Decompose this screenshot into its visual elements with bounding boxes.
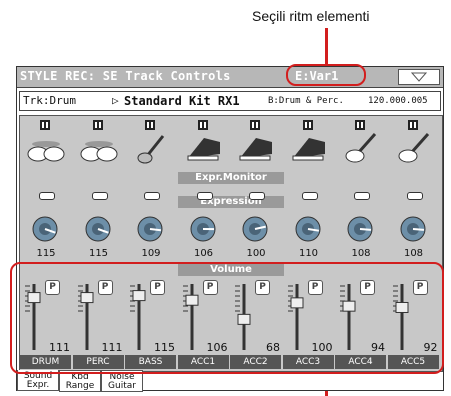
expression-value: 108 [403, 248, 424, 259]
expression-knob[interactable] [135, 214, 165, 244]
expression-value: 109 [141, 248, 161, 259]
expression-value: 115 [88, 248, 109, 259]
annotation-line-top [325, 28, 328, 68]
expr-monitor-indicator [196, 192, 213, 200]
piano-icon[interactable] [184, 118, 224, 166]
page-title: STYLE REC: SE Track Controls [20, 69, 231, 83]
expression-knob[interactable] [188, 214, 218, 244]
expression-value: 100 [246, 248, 266, 259]
expression-knob[interactable] [83, 214, 113, 244]
expr-monitor-indicator [406, 192, 423, 200]
expr-monitor-indicator [39, 192, 55, 200]
page-menu-button[interactable] [398, 69, 440, 85]
drum-kit-icon[interactable] [26, 118, 66, 166]
acoustic-guitar-icon[interactable] [341, 118, 381, 166]
title-bar: STYLE REC: SE Track Controls E:Var1 [17, 67, 443, 88]
expr-monitor-indicator [301, 192, 318, 200]
piano-icon[interactable] [236, 118, 276, 166]
piano-icon[interactable] [289, 118, 329, 166]
expr-monitor-indicator [91, 192, 108, 200]
expression-knob[interactable] [240, 214, 270, 244]
expr-monitor-indicator [354, 192, 370, 200]
annotation-text: Seçili ritm elementi [252, 8, 370, 24]
expr-monitor-indicator [144, 192, 160, 200]
kit-name: Standard Kit RX1 [124, 94, 240, 108]
track-info-bar[interactable]: Trk:Drum ▷ Standard Kit RX1 B:Drum & Per… [19, 91, 441, 111]
expression-knob[interactable] [30, 214, 60, 244]
bass-guitar-icon[interactable] [131, 118, 171, 166]
expression-knob[interactable] [345, 214, 375, 244]
volume-highlight [10, 262, 444, 374]
expression-knob[interactable] [293, 214, 323, 244]
drum-kit-icon[interactable] [79, 118, 119, 166]
program-number: 120.000.005 [368, 96, 428, 106]
track-name: Trk:Drum [23, 94, 76, 107]
expression-value: 110 [298, 248, 319, 259]
expr-monitor-indicator [249, 192, 265, 200]
element-highlight [286, 64, 366, 86]
expression-value: 108 [351, 248, 371, 259]
triangle-down-icon [411, 72, 427, 82]
expression-value: 115 [36, 248, 56, 259]
expression-value: 106 [193, 248, 214, 259]
acoustic-guitar-icon[interactable] [394, 118, 434, 166]
expression-knob[interactable] [398, 214, 428, 244]
play-arrow-icon: ▷ [112, 94, 119, 107]
category: B:Drum & Perc. [268, 96, 344, 106]
